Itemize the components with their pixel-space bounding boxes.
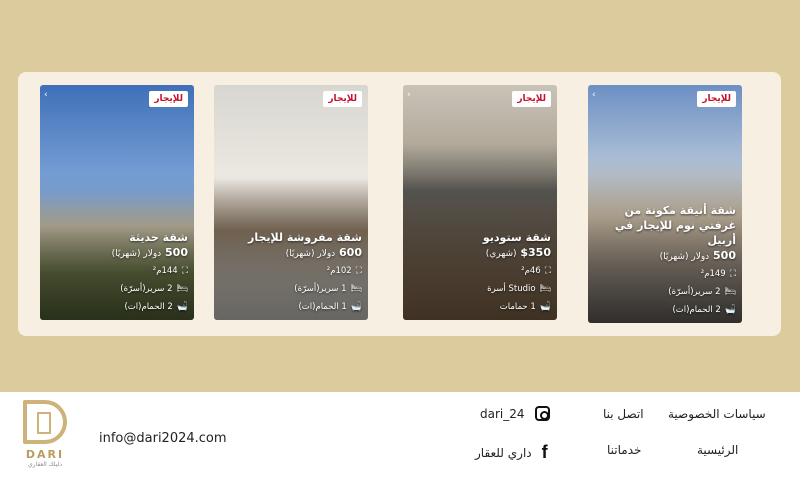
- listing-card[interactable]: ‹ للإيجار شقة ستوديو $350 (شهري) ⛶ 46م² 🛏…: [403, 85, 557, 320]
- chevron-left-icon[interactable]: ‹: [44, 90, 48, 100]
- listing-info: شقة أنيقة مكونة من غرفتي نوم للإيجار في …: [594, 203, 736, 319]
- nav-home[interactable]: الرئيسية: [697, 443, 738, 457]
- listing-info: شقة حديثة 500 دولار (شهريًا) ⛶ 144م² 🛏 2 س…: [46, 230, 188, 316]
- nav-privacy[interactable]: سياسات الخصوصية: [668, 407, 766, 421]
- bed-icon: 🛏: [176, 284, 188, 294]
- beds-value: Studio أسرة: [487, 284, 536, 294]
- area-icon: ⛶: [355, 266, 362, 276]
- bath-icon: 🛁: [539, 302, 551, 312]
- area-icon: ⛶: [544, 266, 551, 276]
- beds-value: 2 سرير(أسرّة): [668, 287, 721, 297]
- area-value: 149م²: [700, 269, 726, 279]
- bed-icon: 🛏: [350, 284, 362, 294]
- listing-title: شقة أنيقة مكونة من غرفتي نوم للإيجار في …: [614, 204, 736, 247]
- nav-contact[interactable]: اتصل بنا: [603, 407, 644, 421]
- instagram-link[interactable]: dari_24: [480, 406, 550, 421]
- bed-icon: 🛏: [539, 284, 551, 294]
- chevron-left-icon[interactable]: ‹: [407, 90, 411, 100]
- baths-value: 2 الحمام(ات): [124, 302, 173, 312]
- listing-title: شقة مفروشة للإيجار: [248, 231, 362, 244]
- bed-icon: 🛏: [724, 287, 736, 297]
- listing-price: $350 (شهري): [485, 246, 551, 259]
- instagram-icon: [534, 406, 550, 421]
- area-value: 144م²: [152, 266, 178, 276]
- bath-icon: 🛁: [724, 305, 736, 315]
- brand-logo[interactable]: DARI دليلك العقاري: [18, 400, 72, 480]
- facebook-name: داري للعقار: [475, 445, 532, 460]
- area-icon: ⛶: [181, 266, 188, 276]
- brand-name: DARI: [25, 448, 65, 461]
- for-rent-badge: للإيجار: [697, 91, 736, 107]
- listing-price: 600 دولار (شهريًا): [285, 246, 362, 259]
- facebook-icon: f: [541, 442, 548, 462]
- logo-mark-icon: [23, 400, 67, 444]
- baths-value: 1 حمامات: [499, 302, 536, 312]
- for-rent-badge: للإيجار: [149, 91, 188, 107]
- listing-card[interactable]: للإيجار شقة مفروشة للإيجار 600 دولار (شه…: [214, 85, 368, 320]
- for-rent-badge: للإيجار: [512, 91, 551, 107]
- baths-value: 1 الحمام(ات): [298, 302, 347, 312]
- listing-card[interactable]: ‹ للإيجار شقة أنيقة مكونة من غرفتي نوم ل…: [588, 85, 742, 323]
- listing-price: 500 دولار (شهريًا): [111, 246, 188, 259]
- beds-value: 1 سرير(أسرّة): [294, 284, 347, 294]
- brand-tagline: دليلك العقاري: [27, 461, 63, 468]
- baths-value: 2 الحمام(ات): [672, 305, 721, 315]
- facebook-link[interactable]: f داري للعقار: [475, 442, 548, 463]
- for-rent-badge: للإيجار: [323, 91, 362, 107]
- area-icon: ⛶: [729, 269, 736, 279]
- beds-value: 2 سرير(أسرّة): [120, 284, 173, 294]
- chevron-left-icon[interactable]: ‹: [592, 90, 596, 100]
- nav-services[interactable]: خدماتنا: [607, 443, 641, 457]
- contact-email[interactable]: info@dari2024.com: [99, 431, 227, 446]
- listing-info: شقة ستوديو $350 (شهري) ⛶ 46م² 🛏 Studio أسر…: [409, 230, 551, 316]
- area-value: 46م²: [521, 266, 541, 276]
- bath-icon: 🛁: [350, 302, 362, 312]
- bath-icon: 🛁: [176, 302, 188, 312]
- listing-title: شقة حديثة: [129, 231, 188, 244]
- listing-title: شقة ستوديو: [482, 231, 551, 244]
- listing-info: شقة مفروشة للإيجار 600 دولار (شهريًا) ⛶ 1…: [220, 230, 362, 316]
- instagram-handle: dari_24: [480, 406, 525, 421]
- listing-price: 500 دولار (شهريًا): [659, 249, 736, 262]
- listing-card[interactable]: ‹ للإيجار شقة حديثة 500 دولار (شهريًا) ⛶…: [40, 85, 194, 320]
- area-value: 102م²: [326, 266, 352, 276]
